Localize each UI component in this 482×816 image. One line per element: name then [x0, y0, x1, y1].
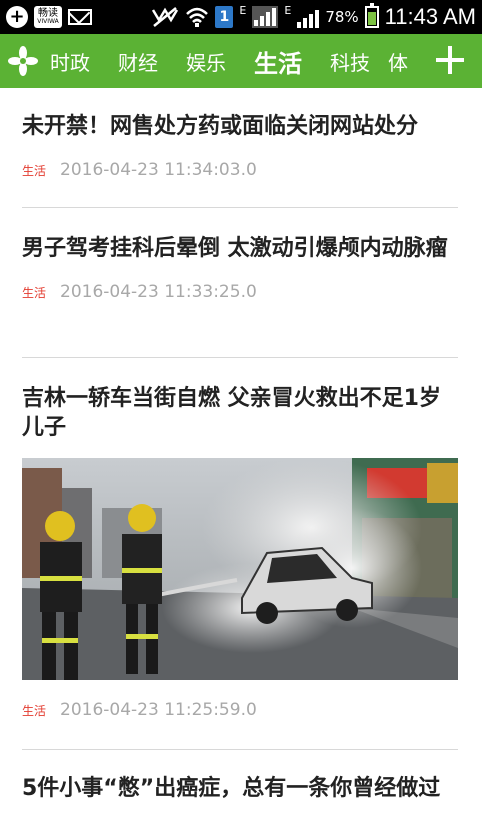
mail-icon — [68, 9, 92, 25]
clock: 11:43 AM — [384, 4, 476, 29]
network-type-2: E — [284, 4, 292, 17]
news-feed: 未开禁！网售处方药或面临关闭网站处分 生活 2016-04-23 11:34:0… — [22, 88, 458, 803]
tab-sports[interactable]: 体 — [384, 47, 422, 76]
plus-icon[interactable] — [432, 42, 468, 78]
battery-percent: 78% — [325, 8, 359, 26]
firefighters-burning-car-photo — [22, 458, 458, 680]
app-icon: 畅读 VIVIWA — [34, 6, 62, 28]
tab-politics[interactable]: 时政 — [46, 47, 104, 76]
article-meta: 生活 2016-04-23 11:34:03.0 — [22, 160, 458, 180]
app-sublabel: VIVIWA — [37, 18, 59, 25]
sim-icon: 1 — [215, 6, 234, 28]
article-image[interactable] — [22, 458, 458, 680]
tab-tech[interactable]: 科技 — [316, 47, 384, 76]
category-tabs: 时政 财经 娱乐 生活 科技 体 — [46, 34, 436, 88]
article-meta: 生活 2016-04-23 11:33:25.0 — [22, 282, 458, 302]
category-tag: 生活 — [22, 164, 47, 178]
network-type-1: E — [239, 4, 247, 17]
timestamp: 2016-04-23 11:34:03.0 — [60, 160, 257, 180]
signal-icon-2 — [297, 6, 320, 28]
list-item[interactable]: 5件小事“憋”出癌症，总有一条你曾经做过 — [22, 750, 458, 803]
article-title[interactable]: 5件小事“憋”出癌症，总有一条你曾经做过 — [22, 774, 458, 803]
pinwheel-icon[interactable] — [0, 34, 46, 88]
category-tag: 生活 — [22, 286, 47, 300]
list-item[interactable]: 未开禁！网售处方药或面临关闭网站处分 生活 2016-04-23 11:34:0… — [22, 88, 458, 208]
wifi-icon — [186, 7, 209, 27]
battery-icon — [364, 3, 379, 28]
status-bar: + 畅读 VIVIWA 1 E E 78% 11:43 AM — [0, 0, 482, 34]
article-meta: 生活 2016-04-23 11:25:59.0 — [22, 700, 458, 720]
article-title[interactable]: 吉林一轿车当街自燃 父亲冒火救出不足1岁儿子 — [22, 384, 458, 442]
mute-icon — [152, 7, 179, 27]
add-icon: + — [6, 6, 28, 28]
tab-entertainment[interactable]: 娱乐 — [172, 47, 240, 76]
article-title[interactable]: 未开禁！网售处方药或面临关闭网站处分 — [22, 112, 458, 141]
timestamp: 2016-04-23 11:33:25.0 — [60, 282, 257, 302]
category-nav: 时政 财经 娱乐 生活 科技 体 — [0, 34, 482, 88]
category-tag: 生活 — [22, 704, 47, 718]
list-item[interactable]: 吉林一轿车当街自燃 父亲冒火救出不足1岁儿子 生活 2016-04-23 11:… — [22, 358, 458, 750]
tab-finance[interactable]: 财经 — [104, 47, 172, 76]
list-item[interactable]: 男子驾考挂科后晕倒 太激动引爆颅内动脉瘤 生活 2016-04-23 11:33… — [22, 208, 458, 358]
article-title[interactable]: 男子驾考挂科后晕倒 太激动引爆颅内动脉瘤 — [22, 234, 458, 263]
timestamp: 2016-04-23 11:25:59.0 — [60, 700, 257, 720]
tab-life[interactable]: 生活 — [240, 44, 316, 79]
signal-icon-1 — [252, 6, 279, 28]
